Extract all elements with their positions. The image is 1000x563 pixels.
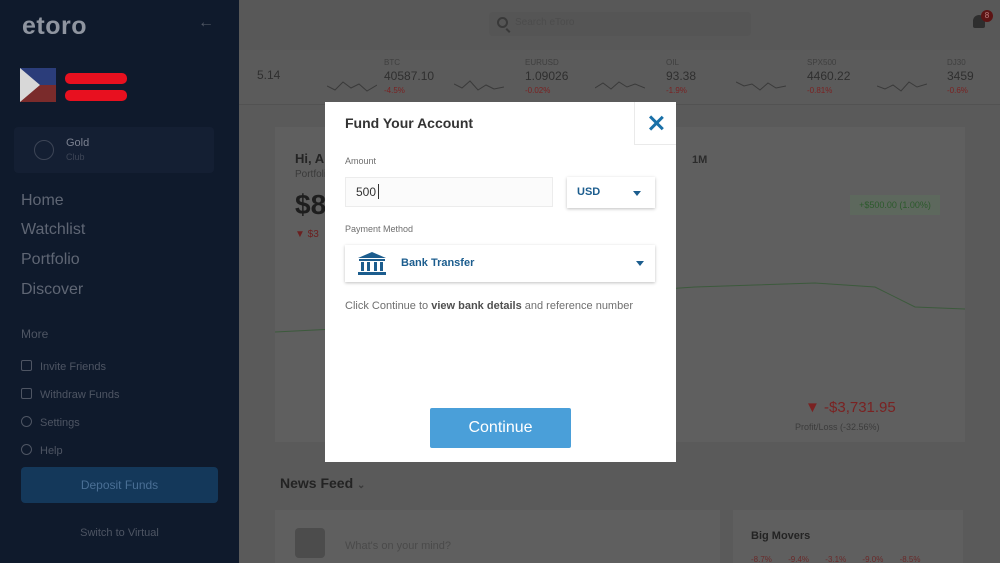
- currency-select[interactable]: USD: [567, 177, 655, 208]
- more-label: More: [21, 327, 49, 341]
- help-icon: [21, 444, 32, 455]
- big-movers-values: -8.7% -9.4% -3.1% -9.0% -8.5%: [751, 555, 921, 563]
- invite-friends-icon: [21, 360, 32, 371]
- ticker-name: EURUSD: [525, 58, 559, 67]
- club-tier-label: Gold: [66, 137, 90, 149]
- sparkline: [877, 81, 927, 92]
- dropdown-arrow-icon: [636, 261, 644, 266]
- club-tier-card[interactable]: Gold Club: [14, 127, 214, 173]
- ticker-name: DJ30: [947, 58, 966, 67]
- payment-method-label: Payment Method: [345, 224, 414, 234]
- news-composer[interactable]: What's on your mind?: [275, 510, 720, 563]
- withdraw-icon: [21, 388, 32, 399]
- avatar: [295, 528, 325, 558]
- sparkline: [595, 81, 645, 90]
- avatar[interactable]: [20, 68, 56, 102]
- news-feed-title[interactable]: News Feed ⌄: [280, 475, 365, 491]
- search-icon: [497, 17, 508, 28]
- sparkline: [736, 81, 786, 91]
- switch-to-virtual-link[interactable]: Switch to Virtual: [0, 527, 239, 539]
- collapse-sidebar-icon[interactable]: ←: [198, 14, 214, 32]
- ticker-name: SPX500: [807, 58, 837, 67]
- big-movers-card: Big Movers -8.7% -9.4% -3.1% -9.0% -8.5%: [733, 510, 963, 563]
- ticker-item[interactable]: 5.14: [257, 58, 397, 92]
- amount-field[interactable]: [345, 177, 553, 207]
- fund-account-modal: Fund Your Account Amount USD Payment Met…: [325, 102, 676, 462]
- club-tier-sub: Club: [66, 152, 85, 162]
- close-icon: [648, 115, 664, 131]
- payment-method-select[interactable]: Bank Transfer: [345, 245, 655, 282]
- ticker-item[interactable]: BTC 40587.10 -4.5%: [384, 58, 524, 95]
- modal-title: Fund Your Account: [345, 115, 474, 131]
- search-input[interactable]: Search eToro: [489, 12, 751, 36]
- portfolio-balance: $8: [295, 189, 327, 220]
- sparkline: [327, 81, 377, 92]
- notification-badge: 8: [981, 10, 993, 22]
- ticker-name: OIL: [666, 58, 679, 67]
- withdraw-funds-link[interactable]: Withdraw Funds: [21, 388, 119, 401]
- portfolio-change: ▼ $3: [295, 229, 319, 240]
- redacted-name: [65, 73, 127, 84]
- big-movers-title: Big Movers: [751, 530, 811, 542]
- help-link[interactable]: Help: [21, 444, 63, 456]
- info-text: Click Continue to view bank details and …: [345, 300, 633, 312]
- top-bar: Search eToro 8: [239, 0, 1000, 50]
- payment-method-value: Bank Transfer: [401, 257, 475, 269]
- search-placeholder: Search eToro: [515, 17, 575, 28]
- redacted-username: [65, 90, 127, 101]
- ticker-price: 3459: [947, 69, 974, 83]
- sparkline: [454, 80, 504, 91]
- text-caret: [378, 184, 379, 199]
- chevron-down-icon: ⌄: [357, 480, 366, 491]
- etoro-logo[interactable]: etoro: [22, 12, 87, 41]
- range-1m-tab[interactable]: 1M: [692, 154, 707, 166]
- profit-loss-value: ▼ -$3,731.95: [805, 399, 896, 416]
- post-prompt: What's on your mind?: [345, 540, 452, 552]
- ticker-change: -0.6%: [947, 86, 968, 95]
- settings-link[interactable]: Settings: [21, 416, 80, 429]
- ticker-name: BTC: [384, 58, 400, 67]
- continue-button[interactable]: Continue: [430, 408, 571, 448]
- ticker-item[interactable]: DJ30 3459 -0.6%: [947, 58, 1000, 95]
- greeting: Hi, A: [295, 151, 325, 166]
- sidebar: etoro ← Gold Club Home Watchlist Portfol…: [0, 0, 239, 563]
- currency-value: USD: [577, 186, 601, 198]
- amount-label: Amount: [345, 156, 377, 166]
- nav-watchlist[interactable]: Watchlist: [21, 221, 85, 239]
- ticker-item[interactable]: EURUSD 1.09026 -0.02%: [525, 58, 665, 95]
- profit-loss-label: Profit/Loss (-32.56%): [795, 422, 880, 432]
- nav-discover[interactable]: Discover: [21, 281, 83, 299]
- deposit-funds-button[interactable]: Deposit Funds: [21, 467, 218, 503]
- invite-friends-link[interactable]: Invite Friends: [21, 360, 106, 373]
- gain-badge: +$500.00 (1.00%): [850, 195, 940, 215]
- close-button[interactable]: [634, 102, 676, 145]
- nav-portfolio[interactable]: Portfolio: [21, 251, 80, 269]
- bank-icon: [358, 252, 386, 275]
- nav-home[interactable]: Home: [21, 192, 64, 210]
- ticker-item[interactable]: OIL 93.38 -1.9%: [666, 58, 806, 95]
- club-icon: [34, 140, 54, 160]
- market-ticker-bar: 5.14 BTC 40587.10 -4.5% EURUSD 1.09026 -…: [239, 50, 1000, 105]
- gear-icon: [21, 416, 32, 427]
- dropdown-arrow-icon: [633, 191, 641, 196]
- ticker-item[interactable]: SPX500 4460.22 -0.81%: [807, 58, 947, 95]
